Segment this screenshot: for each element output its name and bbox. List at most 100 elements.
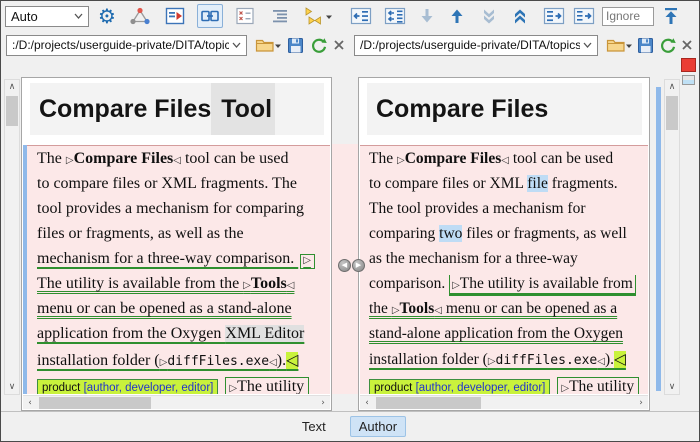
copy-change-to-right-button[interactable] (571, 4, 597, 28)
scrollbar-thumb[interactable] (39, 397, 151, 409)
tab-text[interactable]: Text (294, 417, 334, 436)
copy-change-to-right-button-inline[interactable]: ▶ (352, 259, 365, 272)
left-document-content[interactable]: The ▷Compare Files◁ tool can be usedto c… (23, 145, 330, 394)
element-marker-icon: ◁ (287, 280, 295, 291)
right-document-pane[interactable]: Compare Files The ▷Compare Files◁ tool c… (358, 77, 650, 411)
left-file-path: :/D:/projects/userguide-private/DITA/top… (12, 38, 229, 52)
previous-difference-button[interactable] (446, 4, 468, 28)
element-marker-icon: ▷ (452, 280, 460, 291)
scroll-right-button[interactable]: › (634, 396, 648, 410)
left-open-dropdown-button[interactable] (274, 36, 282, 54)
document-line: The ▷Compare Files◁ tool can be used (369, 150, 648, 175)
file-path-bar: :/D:/projects/userguide-private/DITA/top… (1, 31, 699, 59)
ignore-input[interactable] (602, 7, 654, 26)
right-save-button[interactable] (637, 34, 654, 56)
scrollbar-thumb[interactable] (6, 96, 18, 126)
document-line: to compare files or XML fragments. The (37, 175, 330, 200)
last-difference-button[interactable] (478, 4, 500, 28)
product-attributes-highlight: product [author, developer, editor] (369, 379, 550, 395)
document-line: installation folder (▷diffFiles.exe◁).◁ (37, 350, 330, 375)
scroll-down-button[interactable]: ∨ (5, 380, 19, 394)
document-line: menu or can be opened as a stand-alone (37, 300, 330, 325)
document-line: tool provides a mechanism for comparing (37, 200, 330, 225)
text-segment: installation folder ( (369, 351, 488, 368)
double-arrow-down-icon (480, 6, 498, 26)
left-vertical-scrollbar[interactable]: ∧ ∨ (4, 79, 20, 395)
copy-change-right-icon (573, 6, 595, 26)
right-open-dropdown-button[interactable] (625, 36, 633, 54)
scroll-right-button[interactable]: › (316, 396, 330, 410)
text-segment: ). (277, 352, 286, 369)
perform-comparison-button[interactable] (162, 4, 188, 28)
diff-mode-value: Auto (11, 9, 71, 24)
first-difference-button[interactable] (660, 4, 682, 28)
element-marker-icon: ◁ (501, 155, 509, 166)
text-segment: XML Editor (225, 325, 304, 342)
view-mode-tabbar: Text Author (1, 411, 699, 441)
arrow-down-icon (418, 6, 436, 26)
right-close-button[interactable] (680, 34, 694, 56)
synchronized-scrolling-button[interactable] (197, 4, 223, 28)
right-document-content[interactable]: The ▷Compare Files◁ tool can be usedto c… (360, 145, 648, 394)
text-segment: two (439, 225, 462, 242)
right-reload-button[interactable] (658, 34, 676, 56)
document-line: comparing two files or fragments, as wel… (369, 225, 648, 250)
word-level-dropdown-button[interactable] (325, 7, 334, 25)
element-marker-icon: ▷ (300, 254, 315, 269)
document-line: to compare files or XML file fragments. (369, 175, 648, 200)
left-file-path-select[interactable]: :/D:/projects/userguide-private/DITA/top… (6, 35, 247, 56)
diff-mode-select[interactable]: Auto (5, 6, 89, 27)
ignore-nodes-button[interactable] (232, 4, 258, 28)
right-vertical-scrollbar[interactable]: ∧ ∨ (664, 79, 680, 395)
document-line: product [author, developer, editor]▷The … (369, 375, 648, 394)
arrow-up-icon (448, 6, 466, 26)
scroll-left-button[interactable]: ‹ (23, 396, 37, 410)
document-line: installation folder (▷diffFiles.exe◁).◁ (369, 350, 648, 375)
refresh-icon (309, 36, 327, 54)
right-file-path-select[interactable]: /D:/projects/userguide-private/DITA/topi… (354, 35, 598, 56)
text-segment: Compare Files (405, 150, 502, 167)
chevron-down-icon (583, 42, 592, 48)
overview-ruler-legend-icon[interactable] (682, 75, 695, 85)
scroll-down-button[interactable]: ∨ (665, 380, 679, 394)
scroll-up-button[interactable]: ∧ (5, 80, 19, 94)
text-segment: comparison. (369, 275, 449, 292)
inserted-fragment-box: ▷The utility (225, 377, 309, 394)
diff-options-button[interactable]: ⚙ (94, 4, 120, 28)
copy-changes-left-icon (384, 6, 406, 26)
indent-lines-icon (270, 6, 290, 26)
left-document-pane[interactable]: Compare Files Tool The ▷Compare Files◁ t… (21, 77, 332, 411)
merge-strip (332, 77, 358, 396)
document-line: as the mechanism for a three-way (369, 250, 648, 275)
left-close-button[interactable] (332, 34, 346, 56)
right-document-title: Compare Files (367, 83, 642, 135)
document-line: stand-alone application from the Oxygen (369, 325, 648, 350)
format-indent-button[interactable] (267, 4, 293, 28)
left-reload-button[interactable] (309, 34, 327, 56)
scrollbar-thumb[interactable] (666, 96, 678, 130)
scrollbar-thumb[interactable] (376, 397, 481, 409)
copy-changes-to-left-button[interactable] (382, 4, 408, 28)
algorithm-triangle-icon (129, 6, 151, 26)
right-open-file-button[interactable] (606, 34, 625, 56)
right-horizontal-scrollbar[interactable]: ‹ › (360, 395, 648, 409)
algorithm-settings-button[interactable] (127, 4, 153, 28)
scroll-up-button[interactable]: ∧ (665, 80, 679, 94)
left-horizontal-scrollbar[interactable]: ‹ › (23, 395, 330, 409)
text-segment: fragments. (548, 175, 618, 192)
word-level-comparison-button[interactable] (302, 4, 324, 28)
perform-comparison-icon (165, 6, 185, 26)
tab-author[interactable]: Author (350, 416, 406, 437)
copy-all-to-left-button[interactable] (348, 4, 374, 28)
scroll-left-button[interactable]: ‹ (360, 396, 374, 410)
left-open-file-button[interactable] (255, 34, 274, 56)
document-line: the ▷Tools◁ menu or can be opened as a (369, 300, 648, 325)
overview-differences-marker[interactable] (681, 58, 696, 72)
copy-change-to-left-button-inline[interactable]: ◀ (338, 259, 351, 272)
left-save-button[interactable] (287, 34, 304, 56)
caret-down-icon (274, 43, 282, 49)
first-difference-up-button[interactable] (509, 4, 531, 28)
next-difference-button[interactable] (416, 4, 438, 28)
text-segment: comparing (369, 225, 439, 242)
copy-all-to-right-button[interactable] (541, 4, 567, 28)
